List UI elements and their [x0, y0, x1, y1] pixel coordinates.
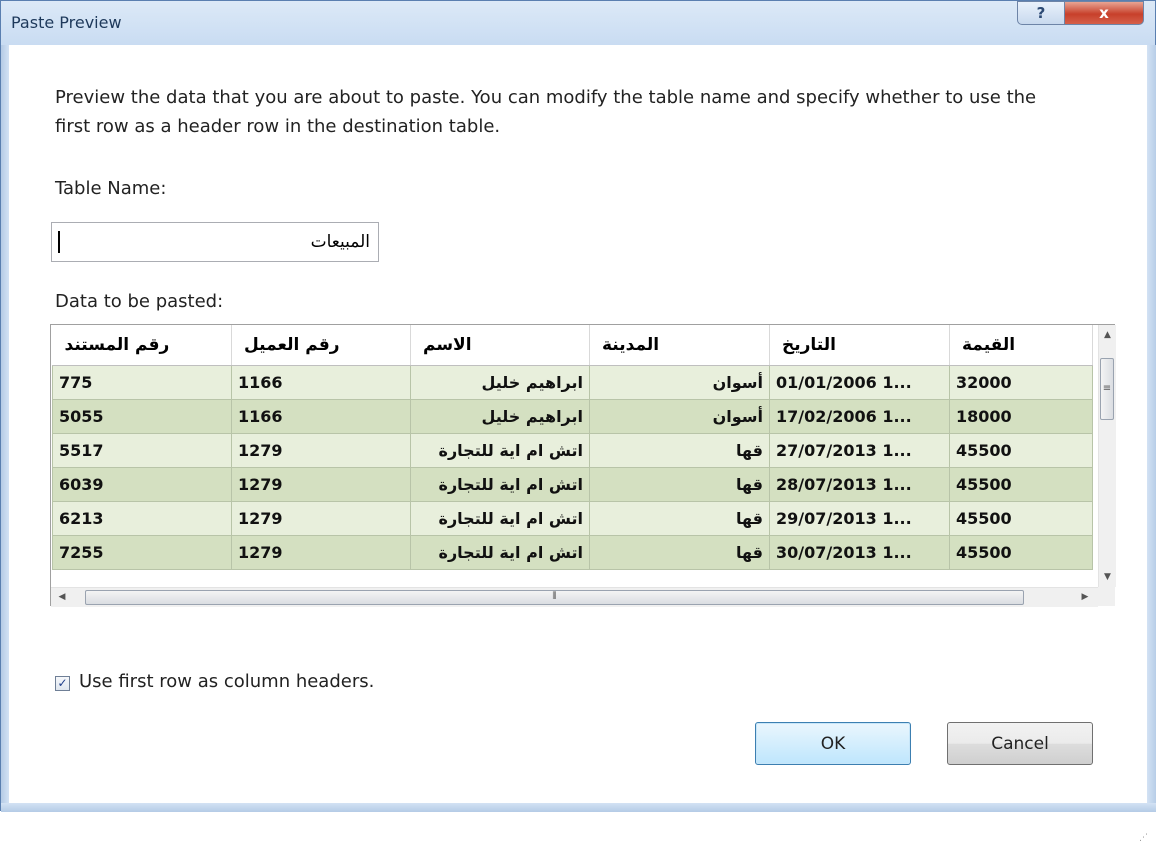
cell-document-number: 6039: [52, 467, 232, 502]
cell-customer-number: 1279: [231, 535, 411, 570]
data-table: رقم المستند رقم العميل الاسم المدينة الت…: [52, 325, 1093, 570]
title-bar[interactable]: Paste Preview ? x: [1, 1, 1155, 45]
cell-city: قها: [589, 467, 770, 502]
text-cursor: [58, 231, 60, 253]
column-header-city[interactable]: المدينة: [589, 325, 770, 366]
cell-city: أسوان: [589, 399, 770, 434]
table-row[interactable]: 5055 1166 ابراهيم خليل أسوان 17/02/2006 …: [52, 399, 1093, 434]
column-header-document-number[interactable]: رقم المستند: [52, 325, 232, 366]
column-header-name[interactable]: الاسم: [410, 325, 590, 366]
scroll-down-arrow-icon[interactable]: ▼: [1099, 567, 1116, 587]
cell-name: ابراهيم خليل: [410, 365, 590, 400]
table-row[interactable]: 775 1166 ابراهيم خليل أسوان 01/01/2006 1…: [52, 365, 1093, 400]
window-frame-left: [1, 45, 9, 812]
cell-customer-number: 1279: [231, 467, 411, 502]
vertical-scrollbar[interactable]: ▲ ≡ ▼: [1098, 325, 1116, 587]
header-row: رقم المستند رقم العميل الاسم المدينة الت…: [52, 325, 1093, 366]
scrollbar-corner: [1098, 587, 1115, 606]
cell-city: أسوان: [589, 365, 770, 400]
ok-button[interactable]: OK: [755, 722, 911, 765]
first-row-headers-label[interactable]: Use first row as column headers.: [79, 671, 374, 692]
cell-value: 32000: [949, 365, 1093, 400]
cell-customer-number: 1279: [231, 501, 411, 536]
cell-date: 27/07/2013 1...: [769, 433, 950, 468]
cell-customer-number: 1279: [231, 433, 411, 468]
cell-value: 45500: [949, 501, 1093, 536]
cell-document-number: 5055: [52, 399, 232, 434]
data-to-be-pasted-label: Data to be pasted:: [55, 291, 224, 312]
cell-document-number: 6213: [52, 501, 232, 536]
cell-name: اتش ام اية للتجارة: [410, 433, 590, 468]
horizontal-scrollbar[interactable]: ◀ ⦀ ▶: [51, 587, 1098, 607]
table-row[interactable]: 7255 1279 اتش ام اية للتجارة قها 30/07/2…: [52, 535, 1093, 570]
cell-city: قها: [589, 433, 770, 468]
cell-document-number: 5517: [52, 433, 232, 468]
cell-name: اتش ام اية للتجارة: [410, 467, 590, 502]
table-name-label: Table Name:: [55, 178, 167, 199]
table-row[interactable]: 6039 1279 اتش ام اية للتجارة قها 28/07/2…: [52, 467, 1093, 502]
cell-name: اتش ام اية للتجارة: [410, 535, 590, 570]
close-button[interactable]: x: [1064, 1, 1144, 25]
cell-name: اتش ام اية للتجارة: [410, 501, 590, 536]
cell-date: 17/02/2006 1...: [769, 399, 950, 434]
cell-city: قها: [589, 501, 770, 536]
checkmark-icon: ✓: [57, 676, 68, 690]
resize-grip-icon[interactable]: ⋰: [1139, 833, 1149, 843]
description-text: Preview the data that you are about to p…: [55, 87, 1037, 137]
scroll-right-arrow-icon[interactable]: ▶: [1076, 588, 1094, 607]
help-button[interactable]: ?: [1017, 1, 1065, 25]
cell-date: 28/07/2013 1...: [769, 467, 950, 502]
vertical-scroll-thumb[interactable]: ≡: [1100, 358, 1114, 420]
scroll-left-arrow-icon[interactable]: ◀: [53, 588, 71, 607]
first-row-headers-checkbox[interactable]: ✓: [55, 676, 70, 691]
table-name-field[interactable]: [51, 222, 379, 262]
table-row[interactable]: 6213 1279 اتش ام اية للتجارة قها 29/07/2…: [52, 501, 1093, 536]
data-preview-grid[interactable]: رقم المستند رقم العميل الاسم المدينة الت…: [50, 324, 1116, 607]
cell-date: 29/07/2013 1...: [769, 501, 950, 536]
cell-value: 45500: [949, 433, 1093, 468]
window-title: Paste Preview: [11, 13, 122, 32]
dialog-content: Preview the data that you are about to p…: [9, 45, 1148, 843]
cell-name: ابراهيم خليل: [410, 399, 590, 434]
column-header-value[interactable]: القيمة: [949, 325, 1093, 366]
paste-preview-dialog: Paste Preview ? x Preview the data that …: [0, 0, 1156, 843]
cell-date: 01/01/2006 1...: [769, 365, 950, 400]
cell-customer-number: 1166: [231, 399, 411, 434]
cell-city: قها: [589, 535, 770, 570]
cell-document-number: 775: [52, 365, 232, 400]
cancel-button[interactable]: Cancel: [947, 722, 1093, 765]
cell-customer-number: 1166: [231, 365, 411, 400]
cell-value: 45500: [949, 535, 1093, 570]
table-name-input[interactable]: [52, 223, 378, 261]
cell-date: 30/07/2013 1...: [769, 535, 950, 570]
column-header-date[interactable]: التاريخ: [769, 325, 950, 366]
horizontal-scroll-thumb[interactable]: ⦀: [85, 590, 1024, 605]
scroll-up-arrow-icon[interactable]: ▲: [1099, 325, 1116, 345]
cell-document-number: 7255: [52, 535, 232, 570]
column-header-customer-number[interactable]: رقم العميل: [231, 325, 411, 366]
table-row[interactable]: 5517 1279 اتش ام اية للتجارة قها 27/07/2…: [52, 433, 1093, 468]
cell-value: 18000: [949, 399, 1093, 434]
cell-value: 45500: [949, 467, 1093, 502]
window-frame-right: [1147, 45, 1156, 812]
